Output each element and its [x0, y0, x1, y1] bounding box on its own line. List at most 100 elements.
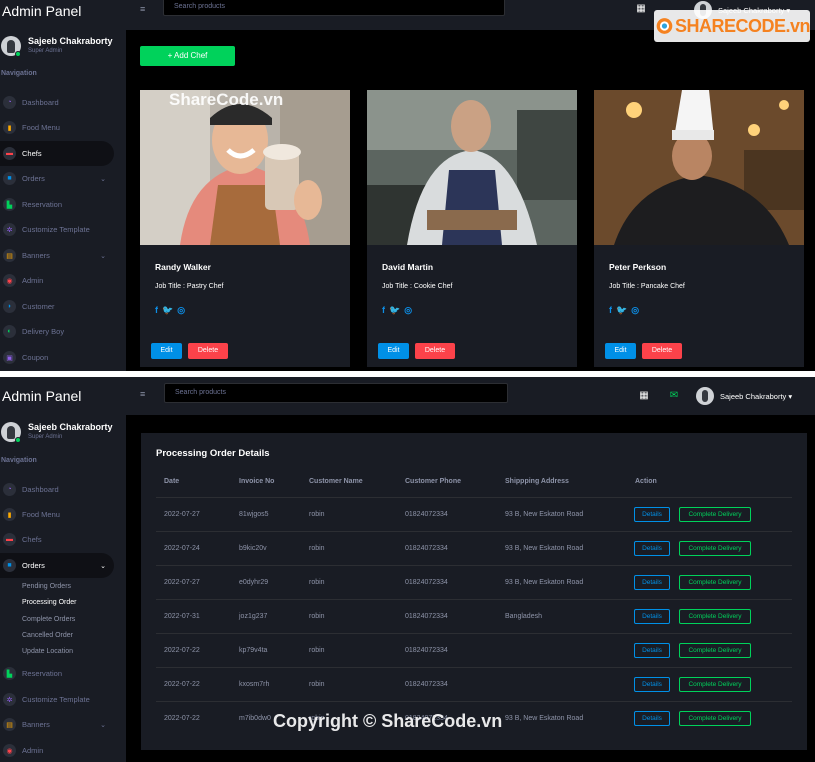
sidebar: Admin Panel Sajeeb Chakraborty Super Adm… [0, 0, 126, 371]
sidebar-profile[interactable]: Sajeeb Chakraborty Super Admin [0, 420, 126, 456]
cell-invoice: kxosm7rh [239, 681, 270, 688]
sidebar-item-food-menu[interactable]: ▮ Food Menu [0, 502, 114, 527]
user-menu[interactable]: Sajeeb Chakraborty ▾ [696, 387, 792, 405]
sidebar-profile[interactable]: Sajeeb Chakraborty Super Admin [0, 34, 126, 70]
cell-invoice: 81wjgos5 [239, 511, 269, 518]
details-button[interactable]: Details [634, 677, 670, 692]
search-input[interactable]: Search products [163, 0, 505, 16]
hamburger-menu-icon[interactable]: ≡ [140, 389, 145, 399]
edit-button[interactable]: Edit [605, 343, 636, 359]
sidebar-item-admin[interactable]: ◉ Admin [0, 738, 114, 762]
complete-delivery-button[interactable]: Complete Delivery [679, 711, 751, 726]
grid-icon[interactable]: ▦ [635, 3, 647, 14]
mail-icon[interactable]: ✉ [668, 390, 680, 401]
sidebar-item-banners[interactable]: ▤ Banners ⌄ [0, 243, 114, 268]
complete-delivery-button[interactable]: Complete Delivery [679, 575, 751, 590]
sidebar-item-orders[interactable]: ■ Orders ⌄ [0, 553, 114, 578]
brand-title[interactable]: Admin Panel [0, 377, 126, 415]
facebook-icon[interactable]: f [155, 305, 158, 316]
instagram-icon[interactable]: ◎ [177, 305, 185, 316]
sidebar-item-dashboard[interactable]: ◔ Dashboard [0, 90, 114, 115]
column-header-invoice: Invoice No [239, 478, 275, 485]
sidebar-item-admin[interactable]: ◉ Admin [0, 268, 114, 293]
sidebar-item-dashboard[interactable]: ◔ Dashboard [0, 477, 114, 502]
coupon-icon: ▣ [3, 351, 16, 364]
brand-title[interactable]: Admin Panel [0, 0, 126, 30]
cell-invoice: joz1g237 [239, 613, 268, 620]
sidebar-item-reservation[interactable]: ▙ Reservation [0, 192, 114, 217]
sidebar-item-reservation[interactable]: ▙ Reservation [0, 661, 114, 686]
sidebar-item-customize-template[interactable]: ✲ Customize Template [0, 687, 114, 712]
complete-delivery-button[interactable]: Complete Delivery [679, 677, 751, 692]
cell-invoice: m7ib0dw0 [239, 715, 271, 722]
submenu-complete-orders[interactable]: Complete Orders [22, 616, 75, 623]
submenu-update-location[interactable]: Update Location [22, 648, 73, 655]
row-divider [156, 667, 792, 668]
submenu-processing-order[interactable]: Processing Order [22, 599, 76, 606]
add-chef-button[interactable]: + Add Chef [140, 46, 235, 66]
sidebar-item-banners[interactable]: ▤ Banners ⌄ [0, 712, 114, 737]
facebook-icon[interactable]: f [609, 305, 612, 316]
instagram-icon[interactable]: ◎ [404, 305, 412, 316]
row-divider [156, 701, 792, 702]
search-input[interactable]: Search products [164, 383, 508, 403]
twitter-icon[interactable]: 🐦 [389, 305, 400, 316]
dashboard-icon: ◔ [3, 96, 16, 109]
delete-button[interactable]: Delete [415, 343, 455, 359]
edit-button[interactable]: Edit [378, 343, 409, 359]
chef-card: Peter Perkson Job Title : Pancake Chef f… [594, 90, 804, 367]
twitter-icon[interactable]: 🐦 [616, 305, 627, 316]
column-header-customer-name: Customer Name [309, 478, 363, 485]
complete-delivery-button[interactable]: Complete Delivery [679, 609, 751, 624]
twitter-icon[interactable]: 🐦 [162, 305, 173, 316]
sidebar-item-chefs[interactable]: ▬ Chefs [0, 527, 114, 552]
banners-icon: ▤ [3, 249, 16, 262]
profile-role: Super Admin [28, 434, 63, 440]
sidebar-item-customize-template[interactable]: ✲ Customize Template [0, 217, 114, 242]
instagram-icon[interactable]: ◎ [631, 305, 639, 316]
cell-customer-name: robin [309, 647, 325, 654]
details-button[interactable]: Details [634, 643, 670, 658]
edit-button[interactable]: Edit [151, 343, 182, 359]
submenu-cancelled-order[interactable]: Cancelled Order [22, 632, 73, 639]
settings-icon: ✲ [3, 223, 16, 236]
hamburger-menu-icon[interactable]: ≡ [140, 4, 145, 14]
sidebar-item-coupon[interactable]: ▣ Coupon [0, 345, 114, 370]
cell-customer-name: robin [309, 681, 325, 688]
dashboard-icon: ◔ [3, 483, 16, 496]
details-button[interactable]: Details [634, 541, 670, 556]
cell-date: 2022-07-27 [164, 511, 200, 518]
delete-button[interactable]: Delete [642, 343, 682, 359]
processing-order-panel: Processing Order Details Date Invoice No… [141, 433, 807, 750]
submenu-pending-orders[interactable]: Pending Orders [22, 583, 71, 590]
sidebar-item-chefs[interactable]: ▬ Chefs [0, 141, 114, 166]
grid-icon[interactable]: ▦ [638, 390, 650, 401]
complete-delivery-button[interactable]: Complete Delivery [679, 541, 751, 556]
cell-invoice: e0dyhr29 [239, 579, 269, 586]
cell-date: 2022-07-22 [164, 647, 200, 654]
reservation-icon: ▙ [3, 198, 16, 211]
details-button[interactable]: Details [634, 575, 670, 590]
details-button[interactable]: Details [634, 711, 670, 726]
cell-customer-phone: 01824072334 [405, 545, 448, 552]
cell-customer-name: robin [309, 579, 325, 586]
delete-button[interactable]: Delete [188, 343, 228, 359]
sidebar-item-delivery-boy[interactable]: ◐ Delivery Boy [0, 319, 114, 344]
cell-date: 2022-07-31 [164, 613, 200, 620]
details-button[interactable]: Details [634, 609, 670, 624]
photo-watermark: ShareCode.vn [169, 90, 284, 109]
cell-customer-name: robin [309, 545, 325, 552]
sidebar-item-customer[interactable]: ◗ Customer [0, 294, 114, 319]
profile-name: Sajeeb Chakraborty [28, 36, 113, 46]
row-divider [156, 565, 792, 566]
facebook-icon[interactable]: f [382, 305, 385, 316]
details-button[interactable]: Details [634, 507, 670, 522]
cell-shipping-address: Bangladesh [505, 613, 542, 620]
customer-icon: ◗ [3, 300, 16, 313]
complete-delivery-button[interactable]: Complete Delivery [679, 507, 751, 522]
sidebar-item-food-menu[interactable]: ▮ Food Menu [0, 115, 114, 140]
cell-invoice: b9kic20v [239, 545, 267, 552]
complete-delivery-button[interactable]: Complete Delivery [679, 643, 751, 658]
cell-invoice: kp79v4ta [239, 647, 268, 654]
sidebar-item-orders[interactable]: ■ Orders ⌄ [0, 166, 114, 191]
